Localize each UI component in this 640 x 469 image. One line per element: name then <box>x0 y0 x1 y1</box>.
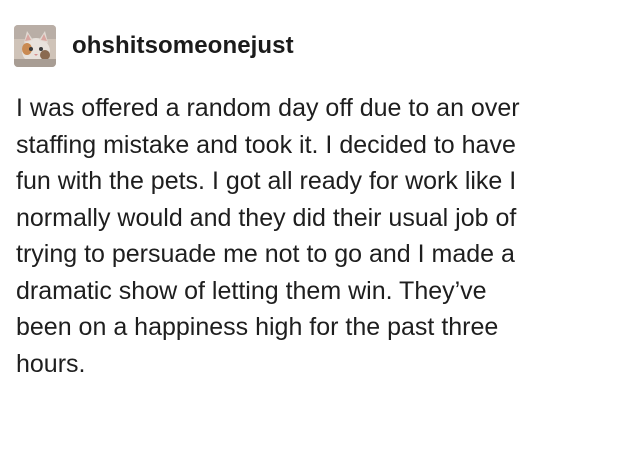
tumblr-post: ohshitsomeonejust I was offered a random… <box>0 0 640 469</box>
post-body-line: staffing mistake and took it. I decided … <box>16 130 516 159</box>
post-header: ohshitsomeonejust <box>14 25 294 67</box>
post-body-line: dramatic show of letting them win. They’… <box>16 276 487 305</box>
post-body-line: hours. <box>16 349 86 378</box>
username-link[interactable]: ohshitsomeonejust <box>72 32 294 60</box>
post-body-line: been on a happiness high for the past th… <box>16 313 499 341</box>
post-body-line: trying to persuade me not to go and I ma… <box>16 240 515 268</box>
post-body-text: I was offered a random day off due to an… <box>16 90 628 382</box>
post-body-line: fun with the pets. I got all ready for w… <box>16 167 517 195</box>
post-body-line: I was offered a random day off due to an… <box>16 94 520 122</box>
cat-avatar-icon[interactable] <box>14 25 56 67</box>
post-body-line: normally would and they did their usual … <box>16 203 517 232</box>
